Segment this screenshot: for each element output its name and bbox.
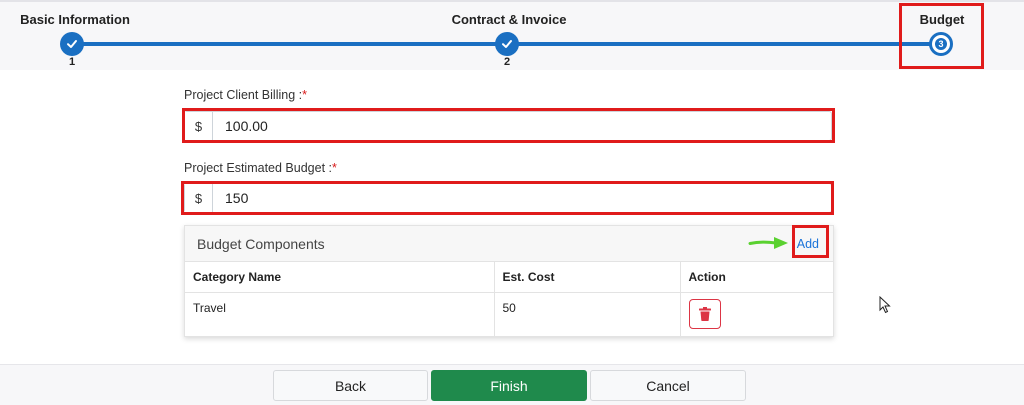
step-1-check-icon[interactable] — [60, 32, 84, 56]
finish-button[interactable]: Finish — [431, 370, 587, 401]
budget-step-highlight — [899, 3, 984, 69]
progress-stepper: Basic Information 1 Contract & Invoice 2… — [0, 0, 1024, 70]
client-billing-highlight — [182, 108, 835, 143]
cancel-button[interactable]: Cancel — [590, 370, 746, 401]
row-cost: 50 — [494, 292, 681, 337]
step-2-title: Contract & Invoice — [451, 12, 567, 27]
add-link-highlight — [792, 225, 829, 258]
column-header-category: Category Name — [185, 262, 495, 293]
table-row: Travel 50 — [185, 292, 833, 337]
column-header-action: Action — [680, 262, 833, 293]
estimated-budget-label: Project Estimated Budget :* — [184, 161, 337, 175]
green-arrow-icon — [748, 237, 788, 249]
budget-components-table: Category Name Est. Cost Action Travel 50 — [185, 262, 833, 337]
mouse-pointer-icon — [879, 296, 891, 314]
step-1-title: Basic Information — [20, 12, 130, 27]
table-header-row: Category Name Est. Cost Action — [185, 262, 833, 293]
client-billing-label: Project Client Billing :* — [184, 88, 307, 102]
step-1-number: 1 — [68, 56, 76, 68]
budget-components-header: Budget Components Add — [185, 226, 833, 262]
trash-icon — [698, 307, 711, 321]
back-button[interactable]: Back — [273, 370, 428, 401]
step-2-number: 2 — [503, 56, 511, 68]
budget-components-title: Budget Components — [197, 235, 325, 252]
delete-row-button[interactable] — [688, 299, 721, 329]
row-category: Travel — [185, 292, 495, 337]
step-2-check-icon[interactable] — [495, 32, 519, 56]
estimated-budget-highlight — [181, 181, 834, 215]
budget-components-card: Budget Components Add Category Name Est.… — [184, 225, 834, 337]
column-header-cost: Est. Cost — [494, 262, 681, 293]
row-action-cell — [680, 292, 833, 337]
